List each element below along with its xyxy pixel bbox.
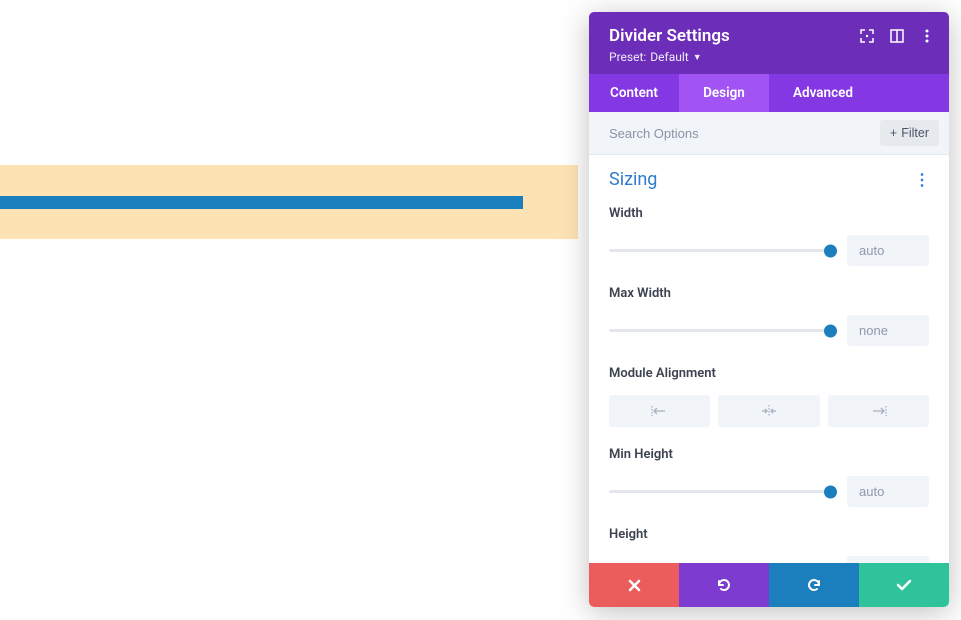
redo-button[interactable] [769,563,859,607]
filter-button[interactable]: + Filter [880,120,939,146]
divider-preview [0,196,523,209]
undo-icon [716,577,732,593]
max-width-slider[interactable] [609,329,831,332]
min-height-label: Min Height [609,447,929,462]
plus-icon: + [890,126,897,140]
preview-canvas [0,165,578,239]
preset-label: Preset: [609,50,646,64]
section-header: Sizing ⋮ [609,169,929,190]
search-input[interactable] [609,126,880,141]
control-min-height: Min Height [609,447,929,507]
height-label: Height [609,527,929,542]
settings-panel: Divider Settings Preset: Default ▼ [589,12,949,607]
panel-header: Divider Settings Preset: Default ▼ [589,12,949,74]
align-right-button[interactable] [828,395,929,427]
width-label: Width [609,206,929,221]
caret-down-icon: ▼ [693,52,702,63]
width-slider-thumb[interactable] [824,244,837,257]
section-more-icon[interactable]: ⋮ [914,170,929,189]
tab-content[interactable]: Content [589,74,679,112]
check-icon [896,579,912,591]
height-value[interactable] [847,556,929,563]
tabs: Content Design Advanced [589,74,949,112]
cancel-button[interactable] [589,563,679,607]
undo-button[interactable] [679,563,769,607]
width-slider[interactable] [609,249,831,252]
control-height: Height [609,527,929,563]
min-height-slider-thumb[interactable] [824,485,837,498]
preset-selector[interactable]: Preset: Default ▼ [609,50,929,64]
control-module-alignment: Module Alignment [609,366,929,427]
tab-design[interactable]: Design [679,74,769,112]
control-max-width: Max Width [609,286,929,346]
min-height-value[interactable] [847,476,929,507]
save-button[interactable] [859,563,949,607]
width-value[interactable] [847,235,929,266]
align-left-button[interactable] [609,395,710,427]
align-center-button[interactable] [718,395,819,427]
tab-advanced[interactable]: Advanced [769,74,949,112]
filter-label: Filter [901,126,929,140]
section-title: Sizing [609,169,657,190]
min-height-slider[interactable] [609,490,831,493]
control-width: Width [609,206,929,266]
preset-value: Default [650,50,688,64]
expand-icon[interactable] [859,28,875,44]
panel-footer [589,563,949,607]
max-width-value[interactable] [847,315,929,346]
max-width-label: Max Width [609,286,929,301]
panel-body: Sizing ⋮ Width Max Width [589,155,949,563]
more-icon[interactable] [919,28,935,44]
redo-icon [806,577,822,593]
max-width-slider-thumb[interactable] [824,324,837,337]
columns-icon[interactable] [889,28,905,44]
module-alignment-label: Module Alignment [609,366,929,381]
search-bar: + Filter [589,112,949,155]
close-icon [628,579,641,592]
